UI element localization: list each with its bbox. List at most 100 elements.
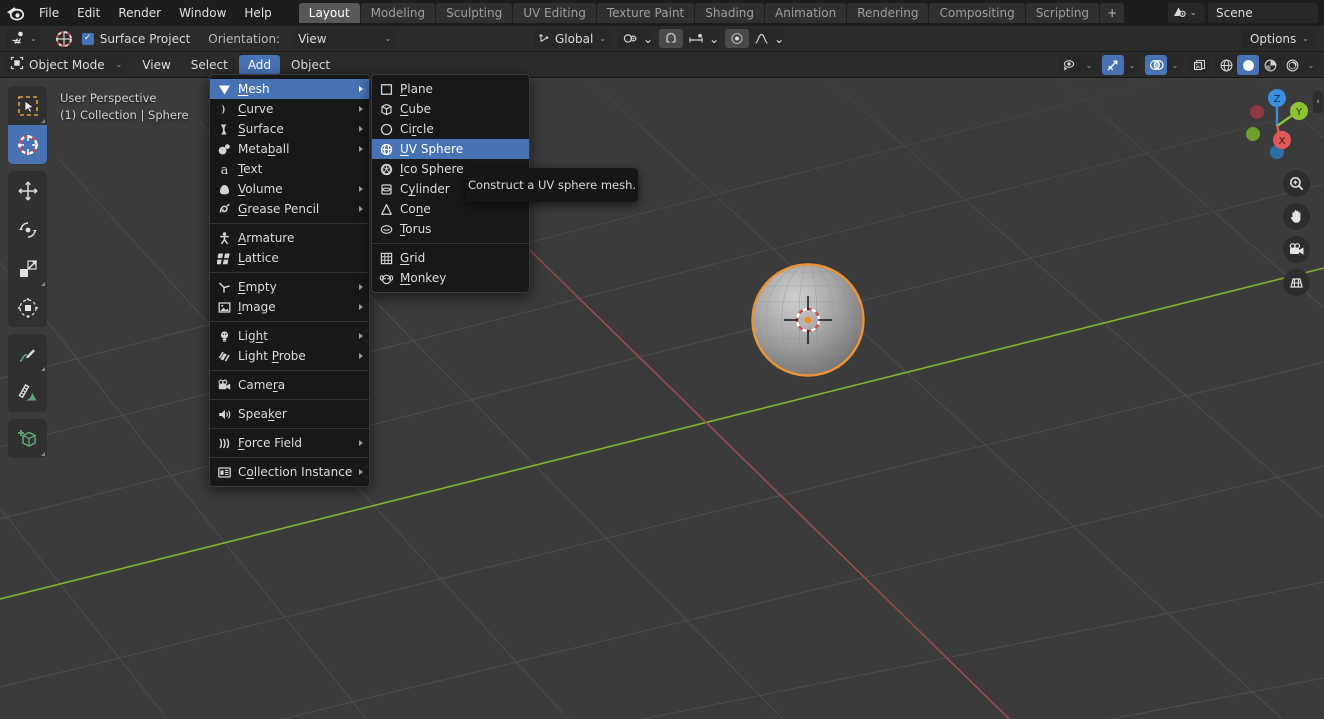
menu-item-image[interactable]: Image xyxy=(210,297,369,317)
falloff-chevron-down-icon[interactable]: ⌄ xyxy=(774,32,784,46)
add-workspace-button[interactable]: + xyxy=(1100,3,1125,23)
mode-selector[interactable]: Object Mode ⌄ xyxy=(5,54,128,75)
scene-data-selector[interactable]: ⌄ xyxy=(1168,3,1205,23)
navigation-gizmo[interactable]: Z Y X xyxy=(1236,85,1318,167)
menu-item-empty[interactable]: Empty xyxy=(210,277,369,297)
hand-pan-icon[interactable] xyxy=(1283,203,1310,230)
pivot-chevron-down-icon[interactable]: ⌄ xyxy=(643,32,653,46)
sidebar-collapse-icon[interactable]: ‹ xyxy=(1313,91,1323,113)
workspace-tab-shading[interactable]: Shading xyxy=(695,3,764,23)
menu-item-uv-sphere[interactable]: UV Sphere xyxy=(372,139,529,159)
menu-item-circle[interactable]: Circle xyxy=(372,119,529,139)
shading-modes-group[interactable]: ⌄ xyxy=(1215,55,1319,75)
menu-item-text[interactable]: a Text xyxy=(210,159,369,179)
active-tool-chip[interactable]: ⌄ xyxy=(6,29,41,48)
top-menu-help[interactable]: Help xyxy=(235,0,280,26)
workspace-tab-texture-paint[interactable]: Texture Paint xyxy=(596,3,695,23)
workspace-tab-compositing[interactable]: Compositing xyxy=(929,3,1025,23)
gizmo-icon[interactable] xyxy=(1102,55,1124,75)
top-menu-window[interactable]: Window xyxy=(170,0,235,26)
workspace-tab-rendering[interactable]: Rendering xyxy=(847,3,929,23)
workspace-tab-modeling[interactable]: Modeling xyxy=(360,3,436,23)
measure-tool-icon[interactable] xyxy=(8,373,47,412)
menu-item-cube[interactable]: Cube xyxy=(372,99,529,119)
proportional-edit-icon[interactable] xyxy=(725,29,750,48)
header-menu-add[interactable]: Add xyxy=(238,54,281,75)
options-button[interactable]: Options ⌄ xyxy=(1241,29,1317,48)
move-tool-icon[interactable] xyxy=(8,171,47,210)
snap-chevron-down-icon[interactable]: ⌄ xyxy=(709,32,719,46)
menu-item-camera[interactable]: Camera xyxy=(210,375,369,395)
menu-item-volume[interactable]: Volume xyxy=(210,179,369,199)
menu-item-light[interactable]: Light xyxy=(210,326,369,346)
pivot-point-group[interactable]: ⌄ xyxy=(618,29,654,48)
menu-item-grease-pencil[interactable]: Grease Pencil xyxy=(210,199,369,219)
top-menu-file[interactable]: File xyxy=(30,0,68,26)
workspace-tab-uv-editing[interactable]: UV Editing xyxy=(513,3,596,23)
workspace-tab-animation[interactable]: Animation xyxy=(765,3,847,23)
zoom-icon[interactable] xyxy=(1283,170,1310,197)
pivot-point-icon[interactable] xyxy=(618,29,643,48)
menu-item-mesh[interactable]: Mesh xyxy=(210,79,369,99)
overlays-icon[interactable] xyxy=(1145,55,1167,75)
orientation-dropdown[interactable]: View ⌄ xyxy=(292,29,398,48)
surface-project-toggle[interactable]: ✓ Surface Project xyxy=(81,32,190,46)
snapping-group[interactable]: ⌄ xyxy=(659,29,720,48)
menu-item-grid[interactable]: Grid xyxy=(372,248,529,268)
transform-tool-icon[interactable] xyxy=(8,288,47,327)
snap-magnet-icon[interactable] xyxy=(659,29,684,48)
menu-item-curve[interactable]: Curve xyxy=(210,99,369,119)
shading-material-icon[interactable] xyxy=(1259,55,1281,75)
menu-item-force-field[interactable]: Force Field xyxy=(210,433,369,453)
shading-rendered-icon[interactable] xyxy=(1281,55,1303,75)
overlays-group[interactable]: ⌄ xyxy=(1145,55,1183,75)
annotate-tool-icon[interactable] xyxy=(8,334,47,373)
3d-cursor-icon[interactable] xyxy=(50,28,78,50)
scale-tool-icon[interactable] xyxy=(8,249,47,288)
menu-item-cone[interactable]: Cone xyxy=(372,199,529,219)
workspace-tab-sculpting[interactable]: Sculpting xyxy=(436,3,513,23)
visibility-group[interactable]: ⌄ xyxy=(1059,55,1097,75)
cursor-tool-icon[interactable] xyxy=(8,125,47,164)
menu-item-torus[interactable]: Torus xyxy=(372,219,529,239)
menu-item-metaball[interactable]: Metaball xyxy=(210,139,369,159)
top-menu-render[interactable]: Render xyxy=(109,0,170,26)
overlays-chevron-down-icon[interactable]: ⌄ xyxy=(1167,55,1183,75)
gizmo-group[interactable]: ⌄ xyxy=(1102,55,1140,75)
blender-logo-icon[interactable] xyxy=(0,0,30,26)
transform-orientation-dropdown[interactable]: Global ⌄ xyxy=(534,29,612,48)
add-cube-tool-icon[interactable] xyxy=(8,419,47,458)
menu-item-lattice[interactable]: Lattice xyxy=(210,248,369,268)
header-menu-view[interactable]: View xyxy=(133,55,179,75)
falloff-curve-icon[interactable] xyxy=(749,29,774,48)
xray-icon[interactable] xyxy=(1188,55,1210,75)
menu-item-armature[interactable]: Armature xyxy=(210,228,369,248)
scene-name-field[interactable]: Scene xyxy=(1208,3,1318,23)
rotate-tool-icon[interactable] xyxy=(8,210,47,249)
top-menu-edit[interactable]: Edit xyxy=(68,0,109,26)
perspective-grid-icon[interactable] xyxy=(1283,269,1310,296)
visibility-chevron-down-icon[interactable]: ⌄ xyxy=(1081,55,1097,75)
menu-item-plane[interactable]: Plane xyxy=(372,79,529,99)
workspace-tab-scripting[interactable]: Scripting xyxy=(1025,3,1100,23)
menu-item-collection-instance[interactable]: Collection Instance xyxy=(210,462,369,482)
3d-viewport[interactable]: User Perspective (1) Collection | Sphere… xyxy=(0,78,1324,719)
header-menu-select[interactable]: Select xyxy=(182,55,237,75)
menu-item-surface[interactable]: Surface xyxy=(210,119,369,139)
menu-item-light-probe[interactable]: Light Probe xyxy=(210,346,369,366)
menu-item-monkey[interactable]: Monkey xyxy=(372,268,529,288)
select-box-tool-icon[interactable] xyxy=(8,86,47,125)
menu-item-speaker[interactable]: Speaker xyxy=(210,404,369,424)
xray-group[interactable] xyxy=(1188,55,1210,75)
visibility-icon[interactable] xyxy=(1059,55,1081,75)
header-menu-object[interactable]: Object xyxy=(282,55,339,75)
surface-project-checkbox[interactable]: ✓ xyxy=(81,32,94,45)
gizmo-chevron-down-icon[interactable]: ⌄ xyxy=(1124,55,1140,75)
shading-solid-icon[interactable] xyxy=(1237,55,1259,75)
shading-chevron-down-icon[interactable]: ⌄ xyxy=(1303,55,1319,75)
snap-increment-icon[interactable] xyxy=(683,29,709,48)
camera-icon[interactable] xyxy=(1283,236,1310,263)
workspace-tab-layout[interactable]: Layout xyxy=(298,3,360,23)
add-menu-panel[interactable]: Mesh Curve Surface Metaball a Text Volume Greas… xyxy=(209,74,370,487)
proportional-edit-group[interactable]: ⌄ xyxy=(725,29,785,48)
